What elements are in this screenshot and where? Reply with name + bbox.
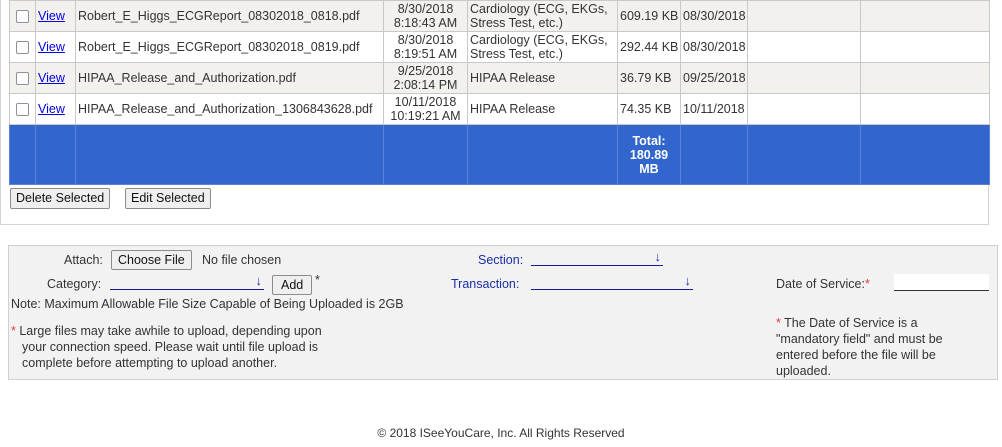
view-cell: View: [35, 93, 76, 125]
row-checkbox[interactable]: [16, 72, 29, 86]
row-checkbox-cell: [9, 31, 36, 63]
date-of-service-input[interactable]: [894, 274, 989, 291]
section-select[interactable]: ↓: [531, 249, 663, 266]
upload-datetime-cell: 10/11/2018 10:19:21 AM: [383, 93, 468, 125]
row-checkbox-cell: [9, 93, 36, 125]
empty-cell: [747, 0, 861, 32]
upload-datetime-cell: 8/30/2018 8:18:43 AM: [383, 0, 468, 32]
choose-file-button[interactable]: Choose File: [111, 250, 192, 270]
file-row: View Robert_E_Higgs_ECGReport_08302018_08…: [9, 31, 990, 63]
no-file-text: No file chosen: [202, 253, 282, 267]
filename-cell: Robert_E_Higgs_ECGReport_08302018_0818.p…: [75, 0, 384, 32]
empty-cell: [747, 62, 861, 94]
view-link[interactable]: View: [38, 102, 65, 116]
delete-selected-button[interactable]: Delete Selected: [10, 188, 111, 209]
category-label: Category:: [47, 277, 102, 291]
empty-cell: [860, 62, 990, 94]
file-size-cell: 36.79 KB: [617, 62, 681, 94]
file-size-cell: 74.35 KB: [617, 93, 681, 125]
category-select[interactable]: ↓: [110, 273, 264, 290]
row-checkbox-cell: [9, 0, 36, 32]
section-cell: HIPAA Release: [467, 62, 618, 94]
file-list-panel: View Robert_E_Higgs_ECGReport_08302018_08…: [0, 0, 990, 225]
total-size: Total: 180.89 MB: [617, 124, 681, 185]
view-link[interactable]: View: [38, 9, 65, 23]
view-cell: View: [35, 0, 76, 32]
file-table: View Robert_E_Higgs_ECGReport_08302018_08…: [9, 0, 990, 185]
service-date-cell: 08/30/2018: [680, 31, 748, 63]
filename-cell: HIPAA_Release_and_Authorization.pdf: [75, 62, 384, 94]
large-files-note: * Large files may take awhile to upload,…: [11, 324, 322, 370]
upload-datetime-cell: 8/30/2018 8:19:51 AM: [383, 31, 468, 63]
file-row: View HIPAA_Release_and_Authorization.pdf 9…: [9, 62, 990, 94]
max-file-size-note: Note: Maximum Allowable File Size Capabl…: [11, 297, 404, 311]
section-label: Section:: [478, 253, 524, 267]
service-date-cell: 09/25/2018: [680, 62, 748, 94]
filename-cell: HIPAA_Release_and_Authorization_13068436…: [75, 93, 384, 125]
empty-cell: [860, 31, 990, 63]
date-of-service-note: * The Date of Service is a "mandatory fi…: [776, 316, 943, 378]
view-cell: View: [35, 31, 76, 63]
section-cell: Cardiology (ECG, EKGs, Stress Test, etc.…: [467, 31, 618, 63]
row-checkbox[interactable]: [16, 41, 29, 55]
file-row: View Robert_E_Higgs_ECGReport_08302018_08…: [9, 0, 990, 32]
section-cell: HIPAA Release: [467, 93, 618, 125]
row-checkbox[interactable]: [16, 103, 29, 117]
add-category-button[interactable]: Add: [272, 275, 313, 295]
required-mark: *: [315, 273, 320, 287]
footer-copyright: © 2018 ISeeYouCare, Inc. All Rights Rese…: [377, 426, 625, 440]
view-cell: View: [35, 62, 76, 94]
arrow-down-icon: ↓: [255, 273, 263, 288]
edit-selected-button[interactable]: Edit Selected: [125, 188, 211, 209]
service-date-cell: 10/11/2018: [680, 93, 748, 125]
transaction-label: Transaction:: [451, 277, 520, 291]
attach-label: Attach:: [64, 253, 103, 267]
file-size-cell: 609.19 KB: [617, 0, 681, 32]
service-date-cell: 08/30/2018: [680, 0, 748, 32]
transaction-select[interactable]: ↓: [531, 273, 693, 290]
empty-cell: [860, 0, 990, 32]
section-cell: Cardiology (ECG, EKGs, Stress Test, etc.…: [467, 0, 618, 32]
arrow-down-icon: ↓: [654, 249, 662, 264]
total-row: Total: 180.89 MB: [9, 124, 990, 185]
empty-cell: [747, 31, 861, 63]
upload-panel: Attach: Choose File No file chosen Secti…: [8, 245, 998, 380]
view-link[interactable]: View: [38, 71, 65, 85]
row-checkbox-cell: [9, 62, 36, 94]
file-size-cell: 292.44 KB: [617, 31, 681, 63]
file-row: View HIPAA_Release_and_Authorization_1306…: [9, 93, 990, 125]
row-checkbox[interactable]: [16, 10, 29, 24]
empty-cell: [747, 93, 861, 125]
filename-cell: Robert_E_Higgs_ECGReport_08302018_0819.p…: [75, 31, 384, 63]
upload-datetime-cell: 9/25/2018 2:08:14 PM: [383, 62, 468, 94]
date-of-service-label: Date of Service:*: [776, 277, 870, 291]
arrow-down-icon: ↓: [684, 273, 692, 288]
empty-cell: [860, 93, 990, 125]
view-link[interactable]: View: [38, 40, 65, 54]
